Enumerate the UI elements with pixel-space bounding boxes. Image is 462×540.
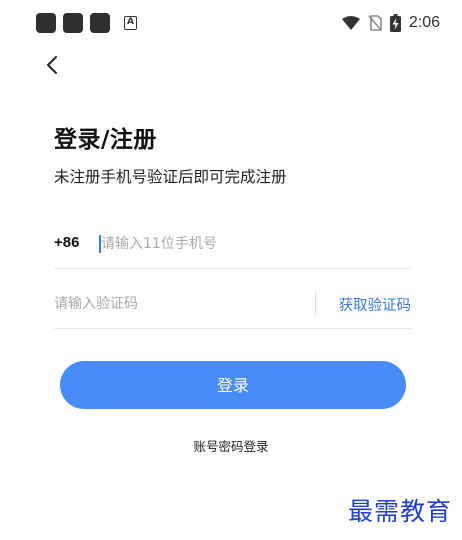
app-icon: [90, 13, 110, 33]
password-login-link[interactable]: 账号密码登录: [0, 436, 462, 455]
phone-field-row: +86: [54, 222, 411, 269]
battery-charging-icon: [389, 14, 401, 32]
watermark: 最需教育: [347, 497, 452, 526]
page-title: 登录/注册: [54, 127, 157, 153]
wifi-icon: [341, 16, 360, 30]
clock: 2:06: [408, 14, 440, 31]
status-icons: 2:06: [341, 12, 440, 34]
code-field-row: 获取验证码: [54, 282, 411, 329]
get-code-button[interactable]: 获取验证码: [339, 294, 412, 315]
page-subtitle: 未注册手机号验证后即可完成注册: [54, 168, 287, 186]
chevron-left-icon: [47, 56, 57, 74]
country-code[interactable]: +86: [54, 234, 79, 251]
login-button[interactable]: 登录: [60, 361, 406, 409]
status-bar: A 2:06: [0, 0, 462, 44]
phone-input[interactable]: [98, 230, 401, 258]
no-sim-icon: [368, 15, 382, 31]
a-icon: A: [124, 16, 137, 30]
app-icon: [63, 13, 83, 33]
app-icon: [36, 13, 56, 33]
text-cursor: [99, 235, 101, 253]
field-divider: [315, 290, 316, 316]
back-button[interactable]: [40, 52, 66, 78]
verification-code-input[interactable]: [54, 290, 294, 318]
